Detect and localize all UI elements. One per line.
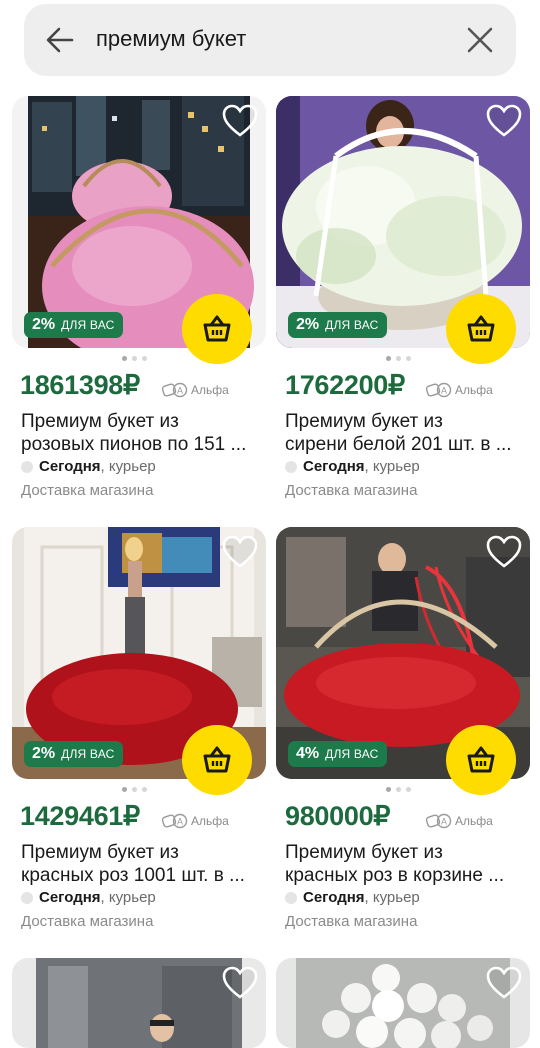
product-title[interactable]: Премиум букет из красных роз в корзине .… — [285, 841, 504, 887]
photo-pager-dots — [386, 787, 411, 792]
heart-icon[interactable] — [486, 966, 522, 1000]
svg-text:A: A — [441, 386, 447, 396]
product-card[interactable]: 2% ДЛЯ ВАС 1429461₽ A Альфа Премиум буке… — [12, 527, 266, 937]
shop-delivery-label: Доставка магазина — [21, 913, 154, 930]
delivery-info: Сегодня, курьер — [21, 889, 156, 906]
svg-text:A: A — [177, 817, 183, 827]
add-to-cart-button[interactable] — [446, 294, 516, 364]
discount-percent: 4% — [296, 745, 320, 762]
delivery-info: Сегодня, курьер — [285, 458, 420, 475]
product-title[interactable]: Премиум букет из сирени белой 201 шт. в … — [285, 410, 512, 456]
price: 1429461₽ — [20, 801, 140, 831]
photo-pager-dots — [122, 787, 147, 792]
close-icon[interactable] — [464, 24, 496, 56]
product-card[interactable]: 2% ДЛЯ ВАС 1861398₽ A Альфа Премиум буке… — [12, 96, 266, 506]
delivery-dot-icon — [21, 460, 33, 473]
basket-icon — [467, 746, 495, 773]
discount-badge: 2% ДЛЯ ВАС — [24, 741, 123, 767]
basket-icon — [203, 315, 231, 342]
discount-label: ДЛЯ ВАС — [325, 747, 379, 761]
discount-label: ДЛЯ ВАС — [61, 318, 115, 332]
delivery-dot-icon — [285, 891, 297, 904]
shop-delivery-label: Доставка магазина — [21, 482, 154, 499]
product-card[interactable] — [12, 958, 266, 1048]
heart-icon[interactable] — [222, 535, 258, 569]
discount-badge: 2% ДЛЯ ВАС — [288, 312, 387, 338]
discount-badge: 4% ДЛЯ ВАС — [288, 741, 387, 767]
basket-icon — [203, 746, 231, 773]
add-to-cart-button[interactable] — [182, 725, 252, 795]
product-title[interactable]: Премиум букет из красных роз 1001 шт. в … — [21, 841, 245, 887]
svg-text:A: A — [441, 817, 447, 827]
discount-label: ДЛЯ ВАС — [325, 318, 379, 332]
discount-percent: 2% — [296, 316, 320, 333]
discount-percent: 2% — [32, 316, 56, 333]
delivery-dot-icon — [21, 891, 33, 904]
heart-icon[interactable] — [222, 966, 258, 1000]
delivery-dot-icon — [285, 460, 297, 473]
discount-badge: 2% ДЛЯ ВАС — [24, 312, 123, 338]
alfa-payment-label: A Альфа — [162, 382, 229, 398]
alfa-payment-label: A Альфа — [426, 813, 493, 829]
add-to-cart-button[interactable] — [182, 294, 252, 364]
product-card[interactable]: 4% ДЛЯ ВАС 980000₽ A Альфа Премиум букет… — [276, 527, 530, 937]
price: 1762200₽ — [285, 370, 405, 400]
heart-icon[interactable] — [222, 104, 258, 138]
alfa-payment-label: A Альфа — [426, 382, 493, 398]
price: 980000₽ — [285, 801, 391, 831]
photo-pager-dots — [122, 356, 147, 361]
shop-delivery-label: Доставка магазина — [285, 482, 418, 499]
svg-text:A: A — [177, 386, 183, 396]
alfa-logo-icon: A — [426, 813, 452, 829]
delivery-info: Сегодня, курьер — [285, 889, 420, 906]
alfa-logo-icon: A — [426, 382, 452, 398]
heart-icon[interactable] — [486, 535, 522, 569]
add-to-cart-button[interactable] — [446, 725, 516, 795]
product-title[interactable]: Премиум букет из розовых пионов по 151 .… — [21, 410, 246, 456]
product-card[interactable]: 2% ДЛЯ ВАС 1762200₽ A Альфа Премиум буке… — [276, 96, 530, 506]
back-arrow-icon[interactable] — [44, 24, 76, 56]
search-input[interactable]: премиум букет — [96, 26, 246, 52]
alfa-logo-icon: A — [162, 813, 188, 829]
price: 1861398₽ — [20, 370, 140, 400]
product-card[interactable] — [276, 958, 530, 1048]
discount-label: ДЛЯ ВАС — [61, 747, 115, 761]
discount-percent: 2% — [32, 745, 56, 762]
basket-icon — [467, 315, 495, 342]
shop-delivery-label: Доставка магазина — [285, 913, 418, 930]
photo-pager-dots — [386, 356, 411, 361]
alfa-payment-label: A Альфа — [162, 813, 229, 829]
heart-icon[interactable] — [486, 104, 522, 138]
delivery-info: Сегодня, курьер — [21, 458, 156, 475]
alfa-logo-icon: A — [162, 382, 188, 398]
